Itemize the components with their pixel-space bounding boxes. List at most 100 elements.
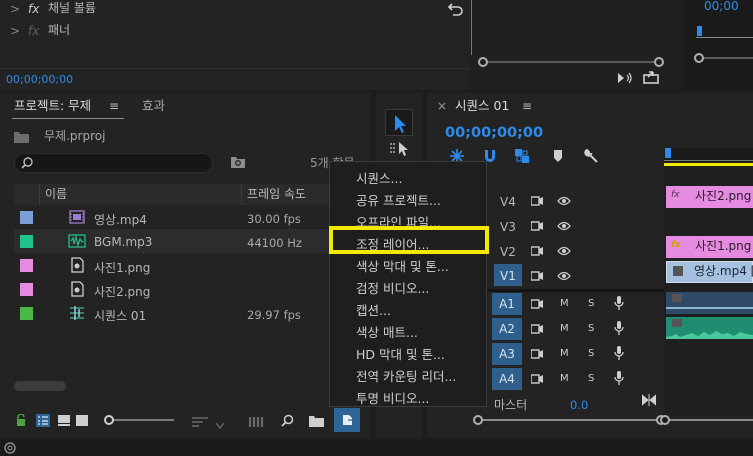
tab-project[interactable]: 프로젝트: 무제: [14, 99, 91, 113]
new-item-button[interactable]: [334, 408, 360, 432]
search-input[interactable]: [14, 153, 213, 173]
go-to-edit-point-icon[interactable]: [641, 393, 657, 407]
sync-lock-icon[interactable]: [530, 270, 543, 281]
sequence-tab-title[interactable]: 시퀀스 01: [455, 99, 509, 113]
add-marker-icon[interactable]: [553, 150, 563, 162]
time-ruler[interactable]: [664, 148, 753, 166]
label-color-swatch[interactable]: [20, 259, 33, 272]
sync-lock-icon[interactable]: [530, 245, 543, 256]
list-item[interactable]: 사진1.png: [14, 253, 334, 277]
expand-chevron-icon[interactable]: >: [10, 25, 20, 37]
automate-to-sequence-icon[interactable]: [248, 416, 265, 427]
scroll-handle-right[interactable]: [654, 57, 664, 67]
track-label-v1[interactable]: V1: [500, 269, 516, 283]
list-item[interactable]: 시퀀스 01 29.97 fps: [14, 301, 334, 325]
scroll-handle-left[interactable]: [473, 415, 483, 425]
new-bin-icon[interactable]: [309, 415, 324, 427]
master-volume[interactable]: 0.0: [570, 399, 588, 412]
menu-item-bars-and-tone[interactable]: 색상 막대 및 톤...: [356, 256, 449, 275]
mute-button[interactable]: M: [560, 299, 569, 309]
freeform-view-icon[interactable]: [76, 415, 88, 426]
menu-item-hd-bars-and-tone[interactable]: HD 막대 및 톤...: [356, 344, 445, 363]
sync-lock-icon[interactable]: [530, 220, 543, 231]
mute-button[interactable]: M: [560, 374, 569, 384]
list-item[interactable]: 영상.mp4 30.00 fps: [14, 205, 334, 229]
effect-timecode[interactable]: 00;00;00;00: [6, 74, 73, 85]
microphone-icon[interactable]: [614, 296, 624, 310]
linked-selection-icon[interactable]: [515, 149, 529, 163]
reset-icon[interactable]: [447, 2, 464, 16]
microphone-icon[interactable]: [614, 346, 624, 360]
find-icon[interactable]: [281, 414, 294, 427]
clip-v1[interactable]: 영상.mp4 [: [666, 261, 753, 283]
menu-item-color-matte[interactable]: 색상 매트...: [356, 322, 418, 341]
clip-v2[interactable]: fx 사진1.png: [666, 236, 753, 258]
clip-v4[interactable]: fx 사진2.png: [666, 186, 753, 208]
label-color-swatch[interactable]: [20, 235, 33, 248]
tab-menu-icon[interactable]: ≡: [522, 100, 532, 112]
track-target-a1[interactable]: A1: [492, 293, 522, 315]
eye-icon[interactable]: [557, 245, 571, 256]
export-icon[interactable]: [643, 70, 659, 84]
effect-row-panner[interactable]: > fx 패너: [0, 22, 470, 44]
program-timecode[interactable]: 00;00: [704, 0, 739, 12]
solo-button[interactable]: S: [588, 349, 594, 359]
sync-lock-icon[interactable]: [530, 195, 543, 206]
close-tab-icon[interactable]: ×: [437, 100, 447, 112]
label-color-swatch[interactable]: [20, 211, 33, 224]
selection-tool-button[interactable]: [385, 109, 413, 136]
menu-item-transparent-video[interactable]: 투명 비디오...: [356, 388, 429, 407]
horizontal-scrollbar[interactable]: [14, 381, 66, 391]
microphone-icon[interactable]: [614, 321, 624, 335]
menu-item-captions[interactable]: 캡션...: [356, 300, 391, 319]
track-select-tool-icon[interactable]: [389, 141, 411, 157]
mute-button[interactable]: M: [560, 324, 569, 334]
zoom-slider-handle[interactable]: [104, 415, 114, 425]
sync-lock-icon[interactable]: [530, 323, 543, 334]
label-color-swatch[interactable]: [20, 283, 33, 296]
track-target-a2[interactable]: A2: [492, 318, 522, 340]
microphone-icon[interactable]: [614, 371, 624, 385]
list-item[interactable]: 사진2.png: [14, 277, 334, 301]
label-color-swatch[interactable]: [20, 307, 33, 320]
zoom-slider[interactable]: [104, 415, 174, 425]
sequence-timecode[interactable]: 00;00;00;00: [445, 126, 543, 141]
effect-zoom-scrollbar[interactable]: [478, 57, 664, 67]
sync-lock-icon[interactable]: [530, 298, 543, 309]
solo-button[interactable]: S: [588, 324, 594, 334]
solo-button[interactable]: S: [588, 299, 594, 309]
menu-item-black-video[interactable]: 검정 비디오...: [356, 278, 429, 297]
effect-row-channel-volume[interactable]: > fx 채널 볼륨: [0, 0, 470, 22]
column-framerate[interactable]: 프레임 속도: [247, 188, 306, 200]
sort-dropdown-icon[interactable]: [215, 418, 225, 430]
lock-icon[interactable]: [15, 413, 27, 426]
monitor-scroll-handle[interactable]: [694, 53, 704, 63]
monitor-playhead[interactable]: [697, 26, 702, 36]
find-bin-icon[interactable]: [231, 156, 245, 168]
settings-wrench-icon[interactable]: [584, 148, 598, 163]
timeline-scrollbar[interactable]: [473, 415, 666, 425]
list-view-icon[interactable]: [36, 414, 50, 427]
track-target-a3[interactable]: A3: [492, 343, 522, 365]
sort-icon[interactable]: [192, 416, 208, 427]
scroll-handle-left[interactable]: [478, 57, 488, 67]
expand-chevron-icon[interactable]: >: [10, 3, 20, 15]
menu-item-shared-project[interactable]: 공유 프로젝트...: [356, 190, 441, 209]
eye-icon[interactable]: [557, 220, 571, 231]
list-item[interactable]: BGM.mp3 44100 Hz: [14, 229, 334, 253]
menu-item-sequence[interactable]: 시퀀스...: [356, 168, 402, 187]
tab-menu-icon[interactable]: ≡: [109, 100, 119, 112]
clip-a2[interactable]: [666, 317, 753, 339]
sync-lock-icon[interactable]: [530, 373, 543, 384]
tab-effects[interactable]: 효과: [142, 99, 165, 113]
icon-view-icon[interactable]: [58, 415, 70, 426]
column-name[interactable]: 이름: [45, 188, 67, 200]
track-target-a4[interactable]: A4: [492, 368, 522, 390]
solo-button[interactable]: S: [588, 374, 594, 384]
eye-icon[interactable]: [557, 270, 571, 281]
clip-a1[interactable]: [666, 292, 753, 314]
scroll-handle-clip-left[interactable]: [660, 415, 670, 425]
status-icon[interactable]: [4, 442, 16, 454]
mute-button[interactable]: M: [560, 349, 569, 359]
eye-icon[interactable]: [557, 195, 571, 206]
